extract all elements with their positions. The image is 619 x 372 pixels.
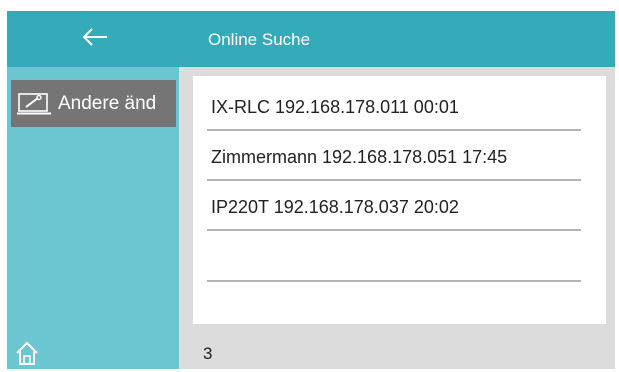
list-item-empty[interactable]	[207, 232, 581, 282]
page-title: Online Suche	[208, 30, 311, 49]
list-item[interactable]: IX-RLC 192.168.178.011 00:01	[207, 81, 581, 131]
result-count: 3	[203, 344, 213, 363]
list-item[interactable]: Zimmermann 192.168.178.051 17:45	[207, 131, 581, 181]
list-item-text: IP220T 192.168.178.037 20:02	[211, 197, 459, 217]
sidebar-header	[7, 11, 179, 67]
list-item-text: Zimmermann 192.168.178.051 17:45	[211, 147, 508, 167]
sidebar-item-label: Andere änd	[58, 92, 157, 114]
list-item-text: IX-RLC 192.168.178.011 00:01	[211, 97, 459, 117]
page-header: Online Suche	[179, 11, 615, 67]
edit-screen-icon	[17, 92, 51, 114]
app-window: Andere änd Online Suche IX-RLC 192.168.1…	[0, 0, 619, 372]
list-item[interactable]: IP220T 192.168.178.037 20:02	[207, 181, 581, 231]
home-icon[interactable]	[14, 340, 40, 366]
back-arrow-icon[interactable]	[81, 24, 109, 50]
sidebar: Andere änd	[7, 11, 179, 369]
search-results-list: IX-RLC 192.168.178.011 00:01 Zimmermann …	[193, 76, 606, 324]
sidebar-item-andere[interactable]: Andere änd	[11, 80, 176, 127]
main-panel: Online Suche IX-RLC 192.168.178.011 00:0…	[179, 11, 615, 369]
